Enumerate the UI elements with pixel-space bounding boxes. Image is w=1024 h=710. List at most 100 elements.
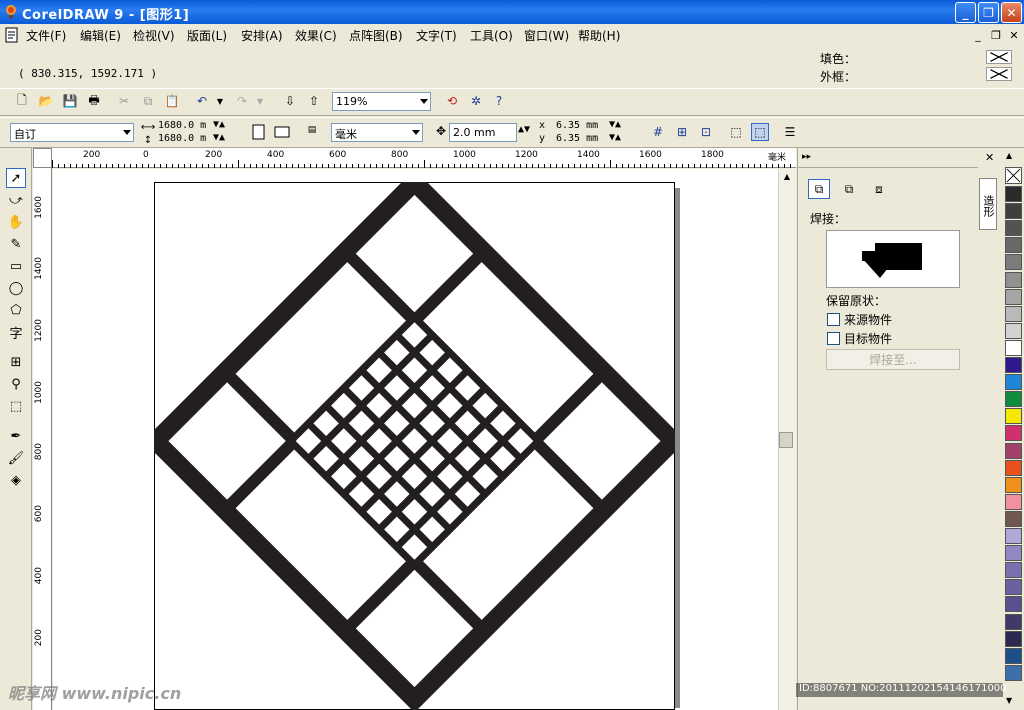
color-swatch[interactable]: [1005, 237, 1022, 254]
dup-x-spinner[interactable]: ▼▲: [609, 119, 621, 130]
launcher-icon[interactable]: ⟲: [443, 92, 461, 110]
interactive-fill-tool-icon[interactable]: ◈: [6, 470, 26, 490]
hand-tool-icon[interactable]: ✋: [6, 212, 26, 232]
new-icon[interactable]: 🗋: [13, 92, 31, 110]
scroll-up-button[interactable]: ▲: [779, 169, 795, 183]
color-swatch[interactable]: [1005, 528, 1022, 544]
paper-type-select[interactable]: 自订: [10, 123, 134, 142]
minimize-button[interactable]: _: [955, 2, 976, 23]
menu-text[interactable]: 文字(T): [416, 27, 457, 44]
menu-effects[interactable]: 效果(C): [295, 27, 337, 44]
redo-icon[interactable]: ↷: [233, 92, 251, 110]
shape-tool-icon[interactable]: ⤻: [6, 190, 26, 210]
print-icon[interactable]: 🖶: [85, 92, 103, 110]
duplicate-distance-x[interactable]: 6.35 mm: [556, 120, 598, 131]
undo-dropdown-icon[interactable]: ▼: [211, 92, 229, 110]
units-select[interactable]: 毫米: [331, 123, 423, 142]
width-spinner[interactable]: ▼▲: [213, 119, 225, 130]
portrait-icon[interactable]: [252, 124, 266, 140]
color-swatch[interactable]: [1005, 254, 1022, 271]
options-icon[interactable]: ☰: [781, 123, 799, 141]
undo-icon[interactable]: ↶: [193, 92, 211, 110]
color-swatch[interactable]: [1005, 664, 1022, 681]
snap-to-grid-icon[interactable]: #: [649, 123, 667, 141]
corel-tools-icon[interactable]: ✲: [467, 92, 485, 110]
eyedropper-tool-icon[interactable]: ⚲: [6, 374, 26, 394]
page-height-field[interactable]: 1680.0 m: [158, 133, 206, 144]
menu-arrange[interactable]: 安排(A): [241, 27, 283, 44]
document-icon[interactable]: [5, 27, 19, 43]
whats-this-help-icon[interactable]: ?: [490, 92, 508, 110]
scroll-thumb[interactable]: [779, 432, 793, 448]
nudge-field[interactable]: 2.0 mm: [449, 123, 517, 142]
snap-to-guidelines-icon[interactable]: ⊞: [673, 123, 691, 141]
color-swatch[interactable]: [1005, 374, 1022, 391]
page-layout-icon[interactable]: ▤: [303, 121, 321, 139]
color-swatch[interactable]: [1005, 305, 1022, 322]
color-swatch[interactable]: [1005, 339, 1022, 356]
page-width-field[interactable]: 1680.0 m: [158, 120, 206, 131]
color-swatch[interactable]: [1005, 271, 1022, 288]
draw-objects-icon[interactable]: ⬚: [751, 123, 769, 141]
snap-to-objects-icon[interactable]: ⊡: [697, 123, 715, 141]
weld-to-button[interactable]: 焊接至...: [826, 349, 960, 370]
menu-window[interactable]: 窗口(W): [524, 27, 569, 44]
ellipse-tool-icon[interactable]: ◯: [6, 278, 26, 298]
save-icon[interactable]: 💾: [61, 92, 79, 110]
paste-icon[interactable]: 📋: [163, 92, 181, 110]
color-swatch[interactable]: [1005, 545, 1022, 562]
menu-layout[interactable]: 版面(L): [187, 27, 227, 44]
open-icon[interactable]: 📂: [37, 92, 55, 110]
doc-close-button[interactable]: ✕: [1006, 28, 1022, 42]
menu-bitmaps[interactable]: 点阵图(B): [349, 27, 403, 44]
trim-mode-icon[interactable]: ⧉: [838, 179, 860, 199]
color-swatch[interactable]: [1005, 510, 1022, 527]
menu-view[interactable]: 检视(V): [133, 27, 175, 44]
intersect-mode-icon[interactable]: ⧈: [868, 179, 890, 199]
duplicate-distance-y[interactable]: 6.35 mm: [556, 133, 598, 144]
source-object-checkbox[interactable]: [827, 313, 840, 326]
docker-close-icon[interactable]: ✕: [985, 151, 994, 164]
doc-restore-button[interactable]: ❐: [988, 28, 1004, 42]
docker-expand-icon[interactable]: ▸▸: [802, 152, 811, 162]
color-swatch[interactable]: [1005, 613, 1022, 630]
color-swatch[interactable]: [1005, 425, 1022, 442]
cut-icon[interactable]: ✂: [115, 92, 133, 110]
landscape-icon[interactable]: [274, 126, 290, 139]
color-swatch[interactable]: [1005, 647, 1022, 664]
interactive-blend-tool-icon[interactable]: ⊞: [6, 352, 26, 372]
menu-help[interactable]: 帮助(H): [578, 27, 620, 44]
weld-mode-icon[interactable]: ⧉: [808, 179, 830, 199]
color-swatch[interactable]: [1005, 322, 1022, 339]
copy-icon[interactable]: ⧉: [139, 92, 157, 110]
no-color-swatch[interactable]: [1005, 167, 1022, 184]
color-swatch[interactable]: [1005, 442, 1022, 459]
color-swatch[interactable]: [1005, 459, 1022, 476]
dup-y-spinner[interactable]: ▼▲: [609, 132, 621, 143]
redo-dropdown-icon[interactable]: ▼: [251, 92, 269, 110]
color-swatch[interactable]: [1005, 186, 1022, 202]
pick-tool-icon[interactable]: ➚: [6, 168, 26, 188]
text-tool-icon[interactable]: 字: [6, 322, 26, 342]
rectangle-tool-icon[interactable]: ▭: [6, 256, 26, 276]
treat-as-filled-icon[interactable]: ⬚: [727, 123, 745, 141]
nudge-spinner[interactable]: ▲▼: [518, 124, 530, 135]
color-swatch[interactable]: [1005, 357, 1022, 373]
restore-button[interactable]: ❐: [978, 2, 999, 23]
fill-tool-icon[interactable]: 🖌: [6, 448, 26, 468]
palette-scroll-up-icon[interactable]: ▲: [1006, 151, 1012, 160]
outline-pen-tool-icon[interactable]: ✒: [6, 426, 26, 446]
height-spinner[interactable]: ▼▲: [213, 132, 225, 143]
zoom-select[interactable]: 119%: [332, 92, 431, 111]
outline-none-swatch[interactable]: [986, 67, 1012, 81]
import-icon[interactable]: ⇩: [281, 92, 299, 110]
color-swatch[interactable]: [1005, 220, 1022, 237]
color-swatch[interactable]: [1005, 203, 1022, 220]
fill-none-swatch[interactable]: [986, 50, 1012, 64]
menu-file[interactable]: 文件(F): [26, 27, 66, 44]
color-swatch[interactable]: [1005, 596, 1022, 613]
color-swatch[interactable]: [1005, 493, 1022, 510]
ruler-origin[interactable]: [33, 148, 52, 168]
polygon-tool-icon[interactable]: ⬠: [6, 300, 26, 320]
close-button[interactable]: ✕: [1001, 2, 1022, 23]
